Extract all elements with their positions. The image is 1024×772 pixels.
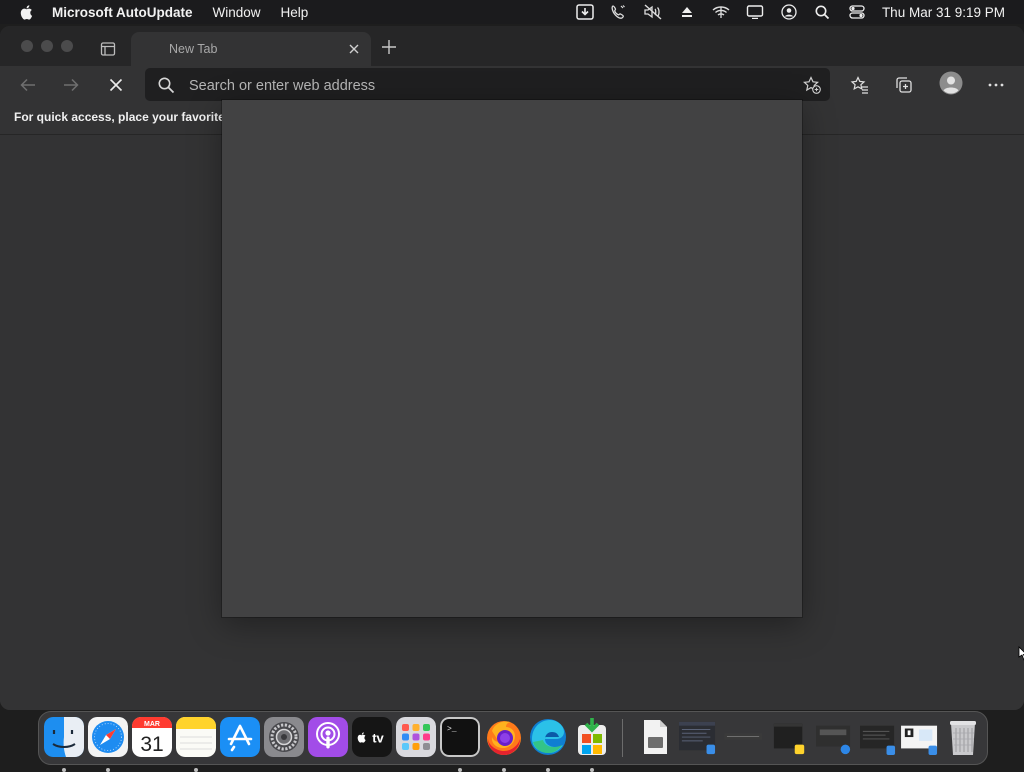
mouse-cursor-icon <box>1018 646 1024 661</box>
user-account-icon[interactable] <box>778 3 800 21</box>
calendar-month: MAR <box>144 721 160 728</box>
calendar-day: 31 <box>140 733 163 756</box>
favorites-star-icon <box>850 76 868 94</box>
stop-loading-button[interactable] <box>106 75 126 95</box>
app-name-menu[interactable]: Microsoft AutoUpdate <box>52 5 193 20</box>
forward-button[interactable] <box>61 75 81 95</box>
app-store-icon <box>220 717 260 757</box>
back-button[interactable] <box>18 75 38 95</box>
dock-apple-tv[interactable]: tv <box>352 717 392 757</box>
window-menu[interactable]: Window <box>213 5 261 20</box>
spotlight-search-icon[interactable] <box>812 3 834 21</box>
wifi-icon[interactable] <box>710 3 732 21</box>
terminal-running-indicator <box>458 768 462 772</box>
dock-firefox[interactable] <box>484 717 524 757</box>
dock-document-file[interactable] <box>635 717 675 757</box>
edge-running-indicator <box>546 768 550 772</box>
finder-icon <box>44 717 84 757</box>
dock-trash[interactable] <box>943 717 983 757</box>
close-tab-icon[interactable] <box>347 42 361 56</box>
download-icon[interactable] <box>574 3 596 21</box>
add-favorite-icon[interactable] <box>802 75 822 95</box>
profile-button[interactable] <box>938 70 964 96</box>
dock-system-preferences[interactable] <box>264 717 304 757</box>
blank-overlay-panel <box>222 100 802 617</box>
forward-arrow-icon <box>64 78 79 92</box>
navigation-toolbar <box>0 66 1024 104</box>
finder-running-indicator <box>62 768 66 772</box>
minimized-window-thumbnail-5[interactable] <box>857 720 899 756</box>
terminal-prompt: >_ <box>447 725 457 734</box>
calendar-running-indicator <box>194 768 198 772</box>
dock-microsoft-edge[interactable] <box>528 717 568 757</box>
minimized-window-thumbnail-6[interactable] <box>899 720 941 756</box>
favorites-bar-hint: For quick access, place your favorite <box>14 110 225 124</box>
tv-label: tv <box>372 731 384 746</box>
document-file-icon <box>644 720 667 754</box>
stop-x-icon <box>109 78 123 92</box>
dock-finder[interactable] <box>44 717 84 757</box>
launchpad-grid-icon <box>396 717 436 757</box>
dock: MAR 31 tv >_ <box>38 711 988 772</box>
settings-more-button[interactable] <box>986 75 1006 95</box>
safari-running-indicator <box>106 768 110 772</box>
search-icon <box>158 77 175 94</box>
mute-icon[interactable] <box>642 3 664 21</box>
favorites-button[interactable] <box>850 75 870 95</box>
trash-icon <box>950 721 976 755</box>
address-bar[interactable] <box>145 68 830 103</box>
dock-safari[interactable] <box>88 717 128 757</box>
collections-icon <box>896 77 912 93</box>
microsoft-autoupdate-icon <box>578 718 606 755</box>
new-tab-button[interactable] <box>380 38 398 56</box>
dock-terminal[interactable]: >_ <box>440 717 480 757</box>
apple-menu-icon[interactable] <box>18 3 36 21</box>
safari-icon <box>88 717 128 757</box>
menu-bar: Microsoft AutoUpdate Window Help Thu Mar… <box>0 0 1024 24</box>
tab-actions-icon[interactable] <box>99 40 117 58</box>
profile-avatar-icon <box>939 71 963 95</box>
tab-new-tab[interactable]: New Tab <box>131 32 371 66</box>
display-icon[interactable] <box>744 3 766 21</box>
collections-button[interactable] <box>894 75 914 95</box>
firefox-icon <box>487 721 521 755</box>
dock-separator <box>622 719 623 757</box>
edge-icon <box>530 719 566 755</box>
eject-icon[interactable] <box>676 3 698 21</box>
terminal-icon: >_ <box>440 717 480 757</box>
podcasts-icon <box>308 717 348 757</box>
apple-tv-icon: tv <box>352 717 392 757</box>
back-arrow-icon <box>20 78 35 92</box>
system-preferences-gear-icon <box>264 717 304 757</box>
status-area: Thu Mar 31 9:19 PM <box>562 0 1024 24</box>
dock-calendar[interactable]: MAR 31 <box>132 717 172 757</box>
firefox-running-indicator <box>502 768 506 772</box>
dock-app-store[interactable] <box>220 717 260 757</box>
minimized-window-thumbnail-1[interactable] <box>677 720 719 756</box>
help-menu[interactable]: Help <box>281 5 309 20</box>
autoupdate-running-indicator <box>590 768 594 772</box>
phone-icon[interactable] <box>608 3 630 21</box>
dock-microsoft-autoupdate[interactable] <box>572 717 612 757</box>
zoom-window-button[interactable] <box>61 40 73 52</box>
menu-bar-clock[interactable]: Thu Mar 31 9:19 PM <box>882 5 1005 20</box>
notes-icon <box>176 717 216 757</box>
tab-title: New Tab <box>169 42 218 56</box>
tab-strip: New Tab <box>0 26 1024 66</box>
more-dots-icon <box>988 83 1004 87</box>
close-window-button[interactable] <box>21 40 33 52</box>
minimize-window-button[interactable] <box>41 40 53 52</box>
address-input[interactable] <box>187 68 791 103</box>
control-center-icon[interactable] <box>846 3 868 21</box>
calendar-icon: MAR 31 <box>132 717 172 757</box>
minimized-window-thumbnail-4[interactable] <box>813 720 855 756</box>
minimized-window-thumbnail-2[interactable] <box>723 720 765 756</box>
dock-launchpad[interactable] <box>396 717 436 757</box>
minimized-window-thumbnail-3[interactable] <box>769 720 811 756</box>
dock-notes[interactable] <box>176 717 216 757</box>
dock-podcasts[interactable] <box>308 717 348 757</box>
